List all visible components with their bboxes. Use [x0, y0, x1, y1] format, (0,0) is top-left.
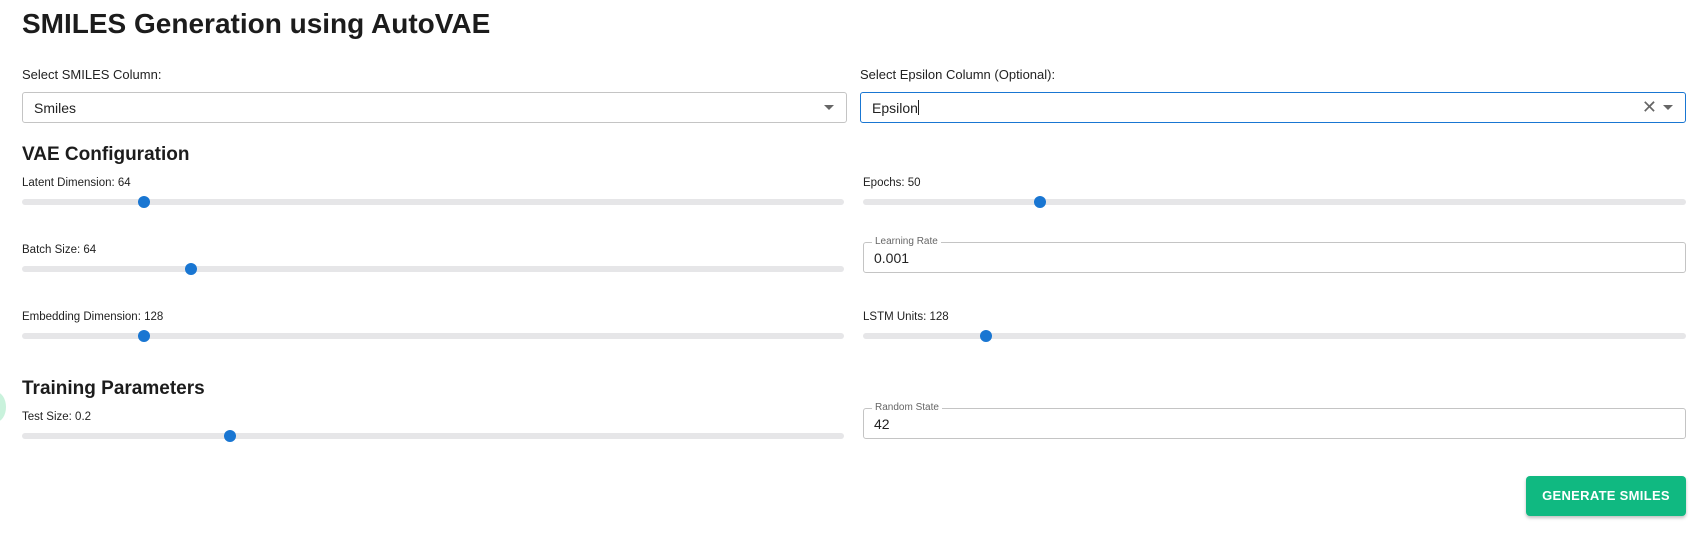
slider-thumb[interactable] — [137, 196, 150, 208]
epochs-slider[interactable] — [863, 192, 1686, 212]
smiles-column-select[interactable]: Smiles — [22, 92, 847, 123]
text-cursor — [917, 100, 919, 115]
vae-configuration-heading: VAE Configuration — [22, 144, 190, 165]
slider-thumb[interactable] — [1033, 196, 1046, 208]
random-state-field[interactable]: Random State 42 — [863, 402, 1686, 439]
epsilon-column-value: Epsilon — [872, 100, 918, 116]
slider-rail[interactable] — [22, 433, 844, 439]
learning-rate-label: Learning Rate — [872, 236, 941, 247]
epsilon-column-label: Select Epsilon Column (Optional): — [860, 67, 1056, 82]
lstm-units-slider[interactable] — [863, 326, 1686, 346]
epsilon-column-select[interactable]: Epsilon ✕ — [860, 92, 1686, 123]
slider-thumb[interactable] — [137, 330, 150, 342]
random-state-label: Random State — [872, 402, 942, 413]
page-title: SMILES Generation using AutoVAE — [22, 8, 491, 39]
slider-thumb[interactable] — [979, 330, 992, 342]
batch-size-label: Batch Size: 64 — [22, 244, 97, 256]
slider-thumb[interactable] — [223, 430, 236, 442]
generate-smiles-button[interactable]: GENERATE SMILES — [1526, 476, 1686, 516]
smiles-column-label: Select SMILES Column: — [22, 67, 162, 82]
test-size-label: Test Size: 0.2 — [22, 411, 92, 423]
lstm-units-label: LSTM Units: 128 — [863, 311, 949, 323]
random-state-value[interactable]: 42 — [874, 416, 890, 432]
chevron-down-icon[interactable] — [824, 105, 834, 110]
training-parameters-heading: Training Parameters — [22, 378, 205, 399]
chevron-down-icon[interactable] — [1663, 105, 1673, 110]
latent-dimension-slider[interactable] — [22, 192, 844, 212]
learning-rate-value[interactable]: 0.001 — [874, 250, 909, 266]
latent-dimension-label: Latent Dimension: 64 — [22, 177, 131, 189]
slider-rail[interactable] — [22, 266, 844, 272]
side-decoration — [0, 392, 6, 422]
batch-size-slider[interactable] — [22, 259, 844, 279]
clear-icon[interactable]: ✕ — [1642, 97, 1657, 117]
slider-thumb[interactable] — [184, 263, 197, 275]
slider-rail[interactable] — [863, 199, 1686, 205]
smiles-column-value: Smiles — [34, 100, 77, 116]
epsilon-column-input-text: Epsilon — [872, 100, 919, 116]
learning-rate-field[interactable]: Learning Rate 0.001 — [863, 236, 1686, 273]
test-size-slider[interactable] — [22, 426, 844, 446]
epochs-label: Epochs: 50 — [863, 177, 921, 189]
embedding-dimension-slider[interactable] — [22, 326, 844, 346]
embedding-dimension-label: Embedding Dimension: 128 — [22, 311, 164, 323]
